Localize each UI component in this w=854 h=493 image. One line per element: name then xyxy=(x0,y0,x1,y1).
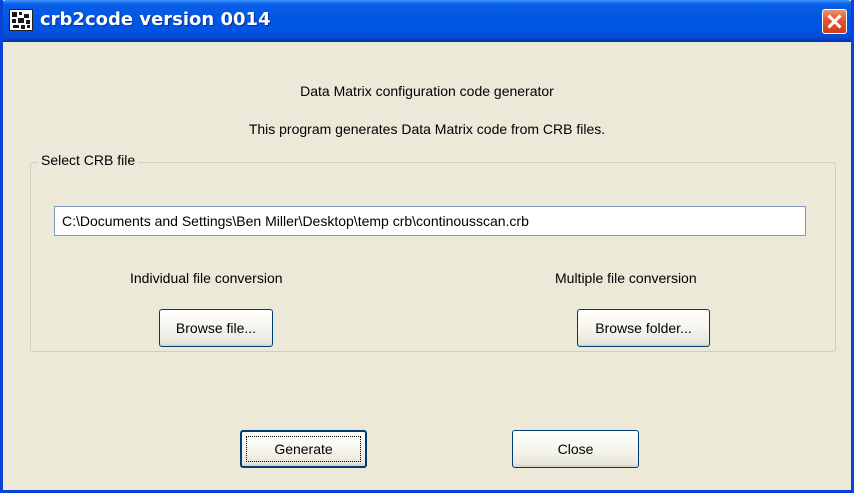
dialog-description: This program generates Data Matrix code … xyxy=(248,121,606,137)
select-crb-groupbox xyxy=(30,162,836,352)
generate-label: Generate xyxy=(274,441,333,457)
dialog-heading: Data Matrix configuration code generator xyxy=(300,83,554,99)
window-close-button[interactable] xyxy=(822,9,847,34)
generate-button[interactable]: Generate xyxy=(240,430,367,468)
select-crb-legend: Select CRB file xyxy=(38,152,139,168)
browse-folder-button[interactable]: Browse folder... xyxy=(577,309,710,347)
crb-file-path-input[interactable] xyxy=(54,206,806,236)
multiple-conversion-label: Multiple file conversion xyxy=(555,270,697,286)
generate-focus-ring: Generate xyxy=(246,436,361,462)
app-icon xyxy=(9,9,33,31)
close-label: Close xyxy=(557,441,594,457)
individual-conversion-label: Individual file conversion xyxy=(130,270,283,286)
close-button[interactable]: Close xyxy=(512,430,639,468)
browse-folder-label: Browse folder... xyxy=(595,320,692,336)
browse-file-label: Browse file... xyxy=(175,320,257,336)
window-title: crb2code version 0014 xyxy=(40,9,271,30)
title-bar[interactable]: crb2code version 0014 xyxy=(3,0,851,42)
dialog-window: crb2code version 0014 Data Matrix config… xyxy=(0,0,854,493)
browse-file-button[interactable]: Browse file... xyxy=(159,309,273,347)
